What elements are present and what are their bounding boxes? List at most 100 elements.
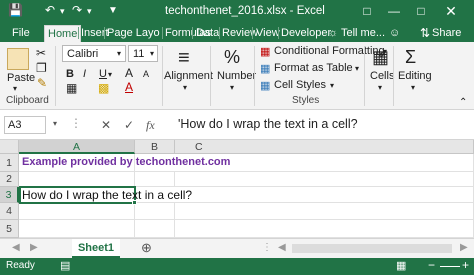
horizontal-scrollbar[interactable] [292, 244, 452, 253]
alignment-dropdown-icon[interactable]: ▾ [183, 83, 187, 92]
column-header-a[interactable]: A [19, 140, 135, 154]
font-name-select[interactable]: Calibri ▾ [62, 45, 126, 62]
confirm-entry-icon[interactable]: ✓ [124, 118, 134, 132]
cell-b4[interactable] [135, 203, 175, 220]
ribbon-display-icon[interactable]: □ [356, 2, 378, 20]
bold-button[interactable]: B [66, 68, 74, 80]
number-button[interactable]: Number [217, 70, 256, 82]
cell-a2[interactable] [19, 172, 135, 187]
italic-button[interactable]: I [83, 68, 86, 80]
paste-dropdown-icon[interactable]: ▾ [13, 84, 17, 93]
zoom-in-icon[interactable]: + [462, 258, 469, 272]
cell-c3[interactable] [175, 187, 474, 203]
insert-function-button[interactable]: fx [146, 118, 155, 133]
number-dropdown-icon[interactable]: ▾ [230, 83, 234, 92]
cut-icon[interactable]: ✂ [36, 46, 46, 60]
cancel-entry-icon[interactable]: ✕ [101, 118, 111, 132]
cell-a4[interactable] [19, 203, 135, 220]
shrink-font-button[interactable]: A [143, 69, 149, 79]
row-header-1[interactable]: 1 [0, 154, 19, 172]
tab-home[interactable]: Home [44, 25, 82, 42]
cell-styles-button[interactable]: Cell Styles [274, 79, 326, 91]
hscroll-left-icon[interactable]: ◀ [278, 242, 286, 253]
scroll-grip-icon[interactable]: ⋮ [262, 242, 272, 253]
cell-a1-text: Example provided by techonthenet.com [22, 156, 231, 168]
editing-button[interactable]: Editing [398, 70, 432, 82]
normal-view-icon[interactable]: ▦ [396, 259, 406, 272]
cells-button[interactable]: Cells [370, 70, 394, 82]
copy-icon[interactable]: ❐ [36, 61, 47, 75]
close-icon[interactable]: ✕ [440, 2, 462, 20]
tab-view[interactable]: View [256, 25, 280, 42]
redo-dropdown-icon[interactable]: ▾ [87, 6, 92, 17]
resize-handle-icon[interactable]: ⋮ [70, 116, 82, 130]
cell-b5[interactable] [135, 220, 175, 238]
chevron-down-icon: ▾ [117, 49, 122, 58]
cell-b2[interactable] [135, 172, 175, 187]
tab-data[interactable]: Data [196, 25, 219, 42]
status-bar: Ready ▤ ▦ − + [0, 258, 474, 275]
row-header-5[interactable]: 5 [0, 220, 19, 238]
scroll-left-icon[interactable]: ◀ [12, 242, 20, 253]
hscroll-right-icon[interactable]: ▶ [460, 242, 468, 253]
tab-page-layout[interactable]: Page Layo [107, 25, 160, 42]
collapse-ribbon-icon[interactable]: ⌃ [459, 97, 467, 108]
fill-color-icon[interactable]: ▩ [98, 81, 109, 95]
cell-a5[interactable] [19, 220, 135, 238]
alignment-button[interactable]: Alignment [164, 70, 213, 82]
share-button[interactable]: Share [432, 25, 461, 42]
paste-icon[interactable] [7, 48, 29, 70]
underline-button[interactable]: U [99, 68, 107, 80]
cell-a3-text: How do I wrap the text in a cell? [22, 188, 193, 202]
font-size-select[interactable]: 11 ▾ [128, 45, 158, 62]
styles-group-label: Styles [292, 95, 320, 106]
sheet-tab-sheet1[interactable]: Sheet1 [72, 239, 120, 258]
borders-icon[interactable]: ▦ [66, 81, 77, 95]
ribbon-tab-row: File Home Insert Page Layo Formulas Data… [0, 23, 474, 42]
new-sheet-icon[interactable]: ⊕ [141, 240, 152, 256]
maximize-icon[interactable]: □ [410, 2, 432, 20]
paste-button[interactable]: Paste [7, 72, 35, 84]
formula-input[interactable]: 'How do I wrap the text in a cell? [178, 116, 474, 134]
cells-dropdown-icon[interactable]: ▾ [378, 83, 382, 92]
conditional-formatting-button[interactable]: Conditional Formatting [274, 45, 385, 57]
column-header-c[interactable]: C [175, 140, 474, 154]
zoom-slider[interactable] [440, 266, 460, 267]
alignment-icon: ≡ [178, 47, 190, 69]
row-header-4[interactable]: 4 [0, 203, 19, 220]
undo-dropdown-icon[interactable]: ▾ [60, 6, 65, 17]
worksheet-grid: A B C 1 2 3 4 5 Example provided by tech… [0, 140, 474, 238]
window-title: techonthenet_2016.xlsx - Excel [165, 5, 325, 17]
cell-c5[interactable] [175, 220, 474, 238]
cell-c2[interactable] [175, 172, 474, 187]
row-header-3[interactable]: 3 [0, 187, 19, 203]
cell-c4[interactable] [175, 203, 474, 220]
name-box-dropdown-icon[interactable]: ▾ [53, 119, 57, 128]
row-header-2[interactable]: 2 [0, 172, 19, 187]
grow-font-button[interactable]: A [125, 66, 133, 80]
account-icon[interactable]: ☺ [389, 25, 400, 42]
zoom-out-icon[interactable]: − [428, 258, 435, 272]
lightbulb-icon: ☼ [328, 27, 339, 39]
redo-icon[interactable]: ↷ [72, 3, 82, 17]
tab-file[interactable]: File [12, 25, 30, 42]
tab-developer[interactable]: Developer [281, 25, 331, 42]
select-all-button[interactable] [0, 140, 19, 154]
cell-styles-icon: ▦ [260, 80, 271, 92]
customize-icon[interactable]: ▼ [108, 5, 118, 16]
tell-me-box[interactable]: Tell me... [341, 25, 385, 42]
save-icon[interactable]: 💾 [8, 3, 23, 17]
font-color-button[interactable]: A [125, 80, 133, 94]
share-icon: ⇅ [420, 26, 431, 40]
minimize-icon[interactable]: — [383, 2, 405, 20]
name-box[interactable]: A3 [4, 116, 46, 134]
editing-dropdown-icon[interactable]: ▾ [411, 83, 415, 92]
format-as-table-button[interactable]: Format as Table [274, 62, 353, 74]
formula-input-value: 'How do I wrap the text in a cell? [178, 117, 358, 131]
underline-dropdown-icon[interactable]: ▾ [108, 70, 112, 79]
undo-icon[interactable]: ↶ [45, 3, 55, 17]
scroll-right-icon[interactable]: ▶ [30, 242, 38, 253]
format-painter-icon[interactable]: ✎ [37, 76, 47, 90]
column-header-b[interactable]: B [135, 140, 175, 154]
macro-recording-icon[interactable]: ▤ [60, 259, 70, 272]
